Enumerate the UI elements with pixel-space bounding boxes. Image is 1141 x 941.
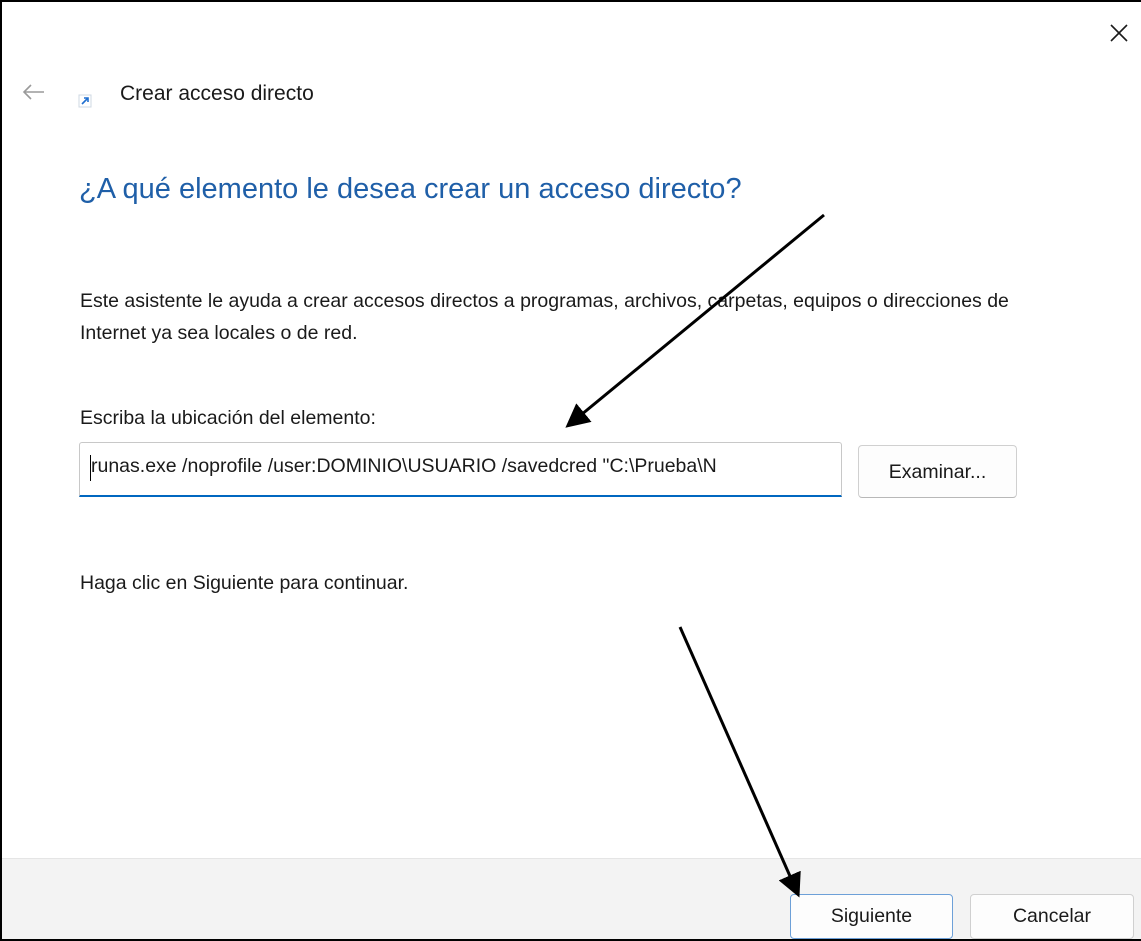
next-button[interactable]: Siguiente <box>790 894 953 939</box>
continue-hint: Haga clic en Siguiente para continuar. <box>80 572 409 594</box>
create-shortcut-dialog: Crear acceso directo ¿A qué elemento le … <box>0 0 1141 941</box>
location-input-value: runas.exe /noprofile /user:DOMINIO\USUAR… <box>91 455 717 477</box>
back-button[interactable] <box>18 78 50 110</box>
wizard-title: Crear acceso directo <box>120 82 314 105</box>
browse-button[interactable]: Examinar... <box>858 445 1017 498</box>
location-input[interactable]: runas.exe /noprofile /user:DOMINIO\USUAR… <box>79 442 842 497</box>
close-button[interactable] <box>1102 16 1136 50</box>
shortcut-icon <box>78 94 92 108</box>
back-arrow-icon <box>22 84 44 100</box>
close-icon <box>1110 24 1128 42</box>
cancel-button[interactable]: Cancelar <box>970 894 1134 939</box>
wizard-description: Este asistente le ayuda a crear accesos … <box>80 290 1009 344</box>
annotation-arrow-to-next <box>678 626 801 898</box>
location-label: Escriba la ubicación del elemento: <box>80 407 376 429</box>
page-heading: ¿A qué elemento le desea crear un acceso… <box>79 173 742 205</box>
